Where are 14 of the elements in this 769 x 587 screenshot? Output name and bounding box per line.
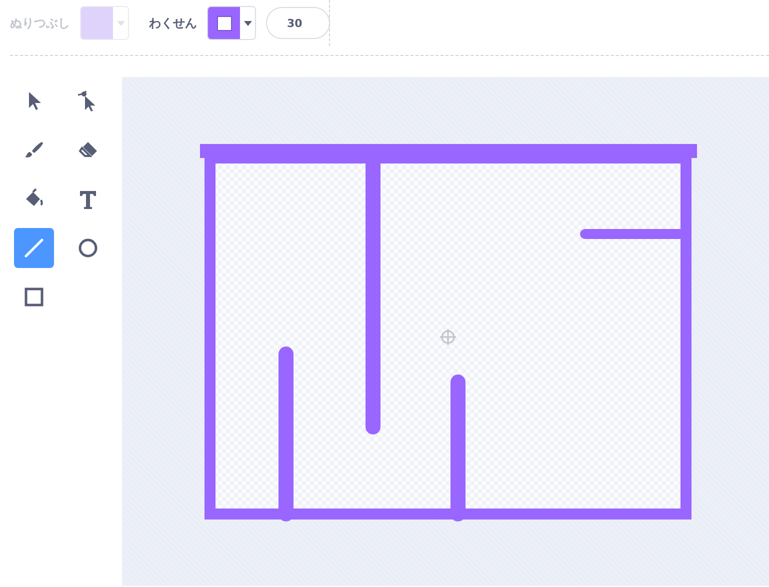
square-icon xyxy=(22,285,46,309)
drawing-canvas[interactable] xyxy=(122,77,769,586)
crosshair-icon xyxy=(439,328,457,346)
outline-width-field[interactable]: 30 xyxy=(266,7,330,39)
tool-button[interactable] xyxy=(14,228,54,268)
circle-icon xyxy=(76,236,100,260)
fill-label: ぬりつぶし xyxy=(10,14,70,32)
outline-color-picker[interactable] xyxy=(207,6,256,40)
line-icon xyxy=(22,236,46,260)
fill-color-picker[interactable] xyxy=(80,6,129,40)
caret-icon xyxy=(244,20,252,26)
outline-label: わくせん xyxy=(149,14,197,32)
caret-icon xyxy=(116,20,124,26)
maze-drawing[interactable] xyxy=(200,144,697,522)
